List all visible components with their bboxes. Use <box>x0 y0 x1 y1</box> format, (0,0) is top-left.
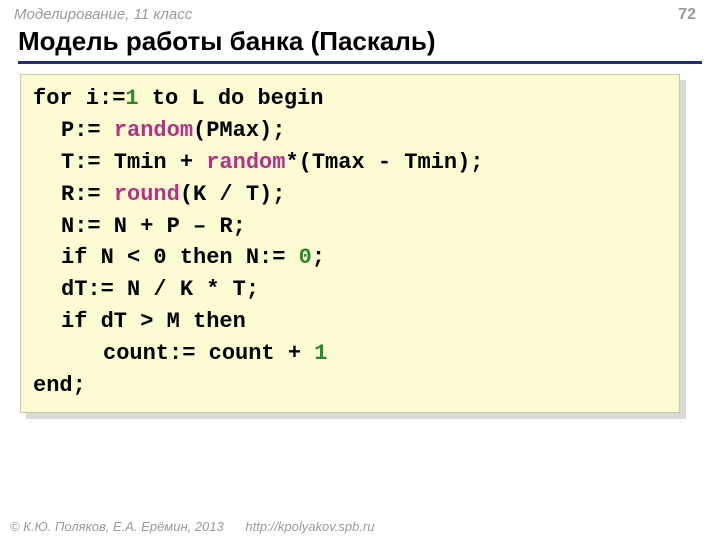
code-token: round <box>114 182 180 207</box>
code-token: – <box>180 214 220 239</box>
code-token <box>285 245 298 270</box>
code-line: for i:=1 to L do begin <box>33 83 667 115</box>
code-token: + <box>127 214 167 239</box>
code-line: if N < 0 then N:= 0; <box>33 242 667 274</box>
code-token: / <box>140 277 180 302</box>
code-token: 1 <box>125 86 138 111</box>
code-token: P <box>167 214 180 239</box>
code-token: T); <box>246 182 286 207</box>
slide: Моделирование, 11 класс 72 Модель работы… <box>0 0 720 540</box>
code-token: M then <box>167 309 246 334</box>
code-token: N <box>101 214 127 239</box>
code-token: count:= count + <box>103 341 314 366</box>
code-token: 0 <box>299 245 312 270</box>
code-token: / <box>206 182 246 207</box>
code-token: N:= <box>61 214 101 239</box>
code-token: T; <box>233 277 259 302</box>
code-line: count:= count + 1 <box>33 338 667 370</box>
code-token: * <box>193 277 233 302</box>
code-token: random <box>206 150 285 175</box>
header: Моделирование, 11 класс 72 <box>0 0 720 24</box>
code-token: < <box>114 245 154 270</box>
code-token: dT:= <box>61 277 114 302</box>
code-token: ; <box>312 245 325 270</box>
code-token: (K <box>180 182 206 207</box>
code-token: if dT <box>61 309 127 334</box>
code-line: end; <box>33 370 667 402</box>
code-token: N <box>114 277 140 302</box>
breadcrumb: Моделирование, 11 класс <box>14 6 192 23</box>
code-block: for i:=1 to L do beginP:= random(PMax);T… <box>20 74 686 413</box>
code-token: K <box>180 277 193 302</box>
code-token: for i:= <box>33 86 125 111</box>
code-token: > <box>127 309 167 334</box>
code-token: Tmin); <box>404 150 483 175</box>
code-token: + <box>167 150 207 175</box>
copyright: © К.Ю. Поляков, Е.А. Ерёмин, 2013 <box>10 519 224 534</box>
code-line: if dT > M then <box>33 306 667 338</box>
code-token: P:= <box>61 118 101 143</box>
code-token: end; <box>33 373 86 398</box>
code-token: - <box>365 150 405 175</box>
code-token: R:= <box>61 182 101 207</box>
code-token: Tmin <box>101 150 167 175</box>
code-line: T:= Tmin + random*(Tmax - Tmin); <box>33 147 667 179</box>
code-token: *(Tmax <box>285 150 364 175</box>
code-token: (PMax); <box>193 118 285 143</box>
code-line: R:= round(K / T); <box>33 179 667 211</box>
code-token: 1 <box>314 341 327 366</box>
footer: © К.Ю. Поляков, Е.А. Ерёмин, 2013 http:/… <box>10 519 374 534</box>
code-token: to L do begin <box>139 86 324 111</box>
code-token: if N <box>61 245 114 270</box>
code-line: N:= N + P – R; <box>33 211 667 243</box>
code-token <box>101 118 114 143</box>
code-token: random <box>114 118 193 143</box>
code-line: dT:= N / K * T; <box>33 274 667 306</box>
page-number: 72 <box>678 6 696 24</box>
code-line: P:= random(PMax); <box>33 115 667 147</box>
code-token: 0 then N:= <box>153 245 285 270</box>
title-rule <box>18 61 702 64</box>
code-token: R; <box>219 214 245 239</box>
code-token: T:= <box>61 150 101 175</box>
page-title: Модель работы банка (Паскаль) <box>18 26 720 57</box>
code-token <box>101 182 114 207</box>
footer-url: http://kpolyakov.spb.ru <box>245 519 374 534</box>
code-content: for i:=1 to L do beginP:= random(PMax);T… <box>20 74 680 413</box>
